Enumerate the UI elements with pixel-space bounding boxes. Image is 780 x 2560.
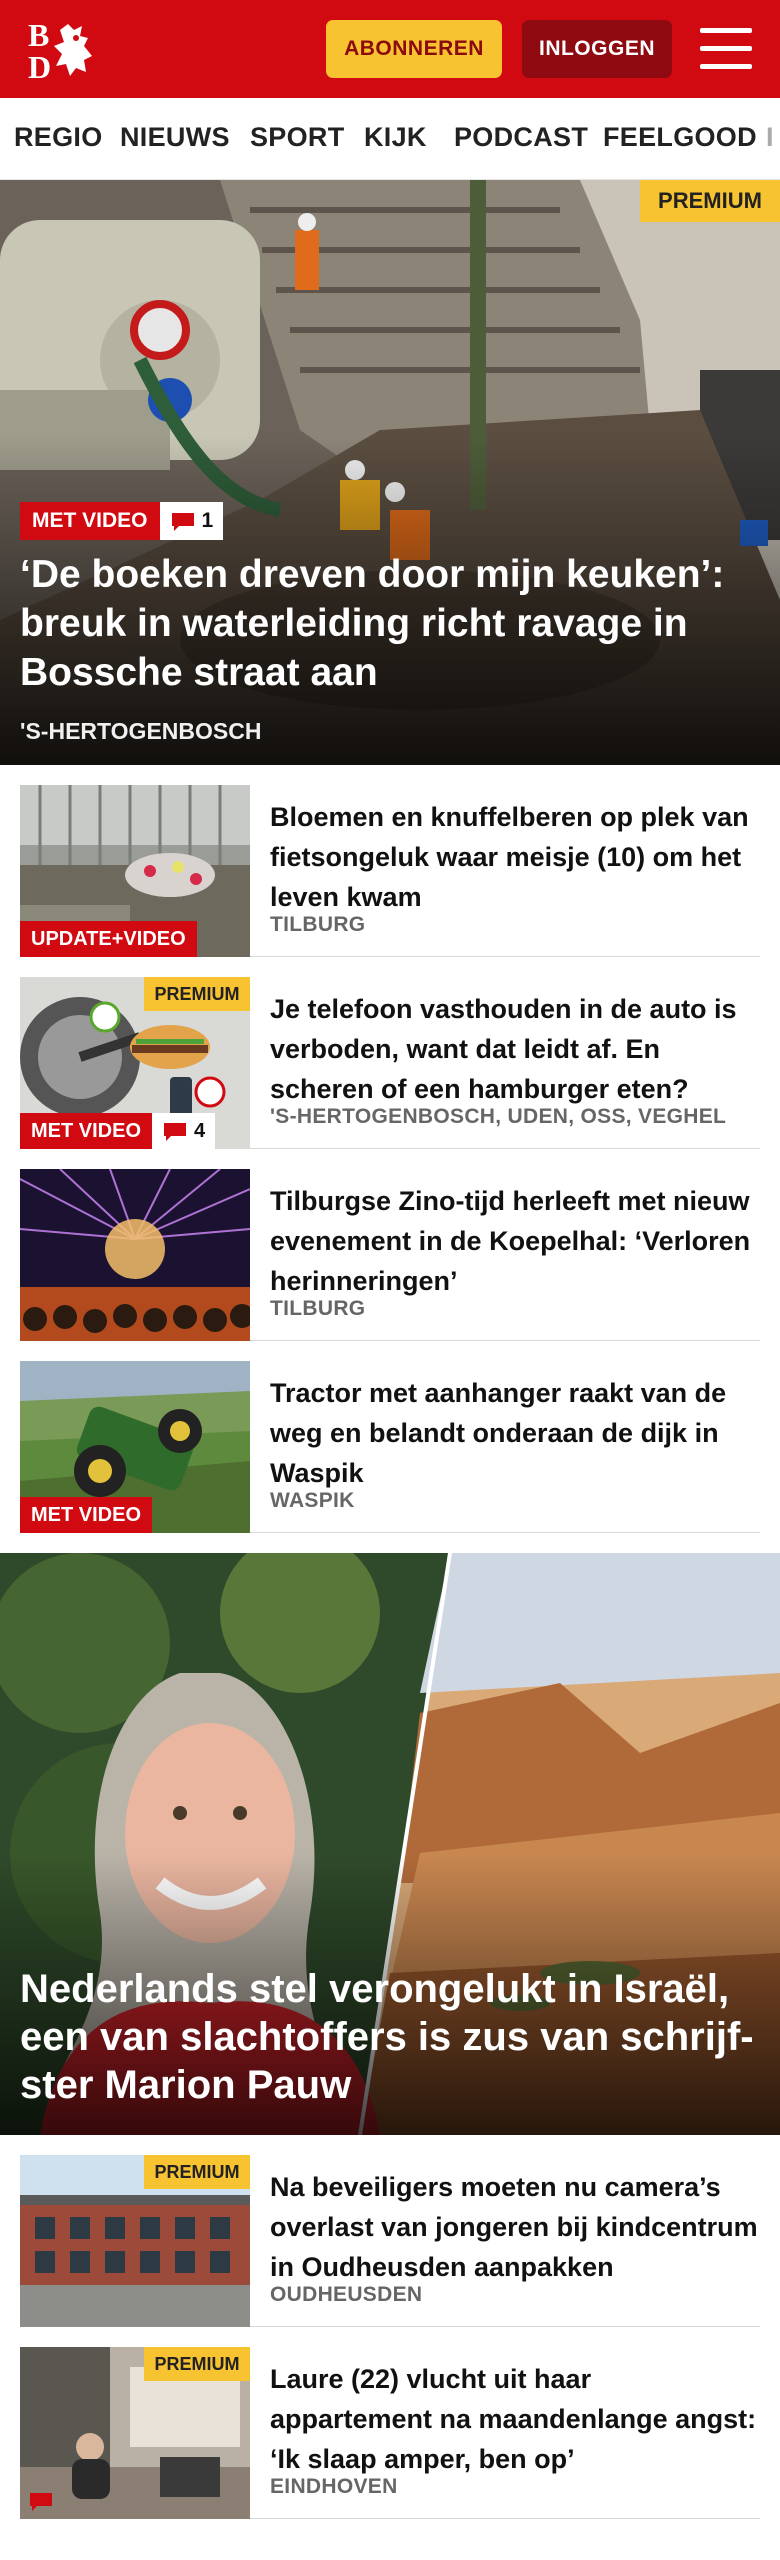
article-location: 'S-HERTOGENBOSCH, UDEN, OSS, VEGHEL — [270, 1105, 727, 1128]
comment-count[interactable]: 4 — [152, 1113, 216, 1149]
badge-group: MET VIDEO — [20, 1497, 153, 1533]
nav-item-podcast[interactable]: PODCAST — [454, 122, 588, 153]
section-nav: REGIO NIEUWS SPORT KIJK PODCAST FEELGOOD… — [0, 98, 780, 180]
video-badge: MET VIDEO — [20, 1497, 153, 1533]
video-badge: MET VIDEO — [20, 1113, 153, 1149]
hero-article[interactable]: PREMIUM MET VIDEO 1 ‘De boeken dreven do… — [0, 180, 780, 765]
list-item[interactable]: UPDATE+VIDEO Bloemen en knuffelberen op … — [20, 785, 760, 957]
hero-location: 'S-HERTOGENBOSCH — [20, 718, 262, 744]
list-item[interactable]: Tilburgse Zino-tijd herleeft met nieuw e… — [20, 1169, 760, 1341]
nav-item-kijk[interactable]: KIJK — [364, 122, 427, 153]
premium-badge: PREMIUM — [640, 180, 780, 222]
nav-item-regio[interactable]: REGIO — [14, 122, 103, 153]
list-item[interactable]: MET VIDEO Tractor met aanhanger raakt va… — [20, 1361, 760, 1533]
nav-item-feelgood[interactable]: FEELGOOD — [603, 122, 757, 153]
article-title[interactable]: Na beveiligers moeten nu camera’s overla… — [270, 2167, 760, 2287]
article-thumbnail: PREMIUM — [20, 2347, 250, 2519]
login-button[interactable]: INLOGGEN — [522, 20, 672, 78]
comment-count[interactable] — [20, 2483, 62, 2519]
article-title[interactable]: Je telefoon vasthouden in de auto is ver… — [270, 989, 760, 1109]
hero-badges: MET VIDEO 1 — [20, 502, 224, 540]
nav-item-overflow[interactable]: I — [766, 122, 774, 153]
article-location: TILBURG — [270, 913, 366, 936]
comment-icon — [28, 2491, 54, 2511]
comment-icon — [162, 1121, 188, 1141]
article-thumbnail: UPDATE+VIDEO — [20, 785, 250, 957]
premium-badge: PREMIUM — [144, 2347, 250, 2381]
subscribe-button[interactable]: ABONNEREN — [326, 20, 502, 78]
nav-item-nieuws[interactable]: NIEUWS — [120, 122, 230, 153]
list-item[interactable]: PREMIUM Na beveiligers moeten nu camera’… — [20, 2155, 760, 2327]
badge-group: UPDATE+VIDEO — [20, 921, 197, 957]
badge-group — [20, 2483, 62, 2519]
svg-text:D: D — [28, 49, 51, 82]
comment-count[interactable]: 1 — [159, 502, 224, 540]
list-item[interactable]: PREMIUM Laure (22) vlucht uit haar appar… — [20, 2347, 760, 2519]
article-location: EINDHOVEN — [270, 2475, 398, 2498]
badge-group: MET VIDEO 4 — [20, 1113, 216, 1149]
list-item[interactable]: PREMIUM MET VIDEO 4 Je telefoon vasthoud… — [20, 977, 760, 1149]
article-thumbnail: PREMIUM — [20, 2155, 250, 2327]
article-thumbnail: MET VIDEO — [20, 1361, 250, 1533]
article-title[interactable]: Laure (22) vlucht uit haar appartement n… — [270, 2359, 760, 2479]
svg-text:B: B — [28, 17, 49, 53]
article-title[interactable]: Tilburgse Zino-tijd herleeft met nieuw e… — [270, 1181, 760, 1301]
feature-article[interactable]: Nederlands stel verongelukt in Israël, e… — [0, 1553, 780, 2135]
article-location: TILBURG — [270, 1297, 366, 1320]
top-header: B D ABONNEREN INLOGGEN — [0, 0, 780, 98]
menu-icon[interactable] — [700, 26, 752, 72]
comment-count-value: 1 — [201, 509, 214, 532]
nav-item-sport[interactable]: SPORT — [250, 122, 345, 153]
article-title[interactable]: Bloemen en knuffelberen op plek van fiet… — [270, 797, 760, 917]
article-location: WASPIK — [270, 1489, 355, 1512]
premium-badge: PREMIUM — [144, 977, 250, 1011]
comment-icon — [170, 511, 196, 531]
bd-logo[interactable]: B D — [26, 16, 116, 85]
hero-title[interactable]: ‘De boeken dreven door mijn keuken’: bre… — [20, 550, 760, 697]
comment-count-value: 4 — [194, 1119, 206, 1142]
premium-badge: PREMIUM — [144, 2155, 250, 2189]
feature-title[interactable]: Nederlands stel verongelukt in Israël, e… — [20, 1965, 765, 2109]
video-badge: MET VIDEO — [20, 502, 160, 540]
article-location: OUDHEUSDEN — [270, 2283, 423, 2306]
video-badge: UPDATE+VIDEO — [20, 921, 197, 957]
article-thumbnail — [20, 1169, 250, 1341]
article-thumbnail: PREMIUM MET VIDEO 4 — [20, 977, 250, 1149]
article-title[interactable]: Tractor met aanhanger raakt van de weg e… — [270, 1373, 760, 1493]
